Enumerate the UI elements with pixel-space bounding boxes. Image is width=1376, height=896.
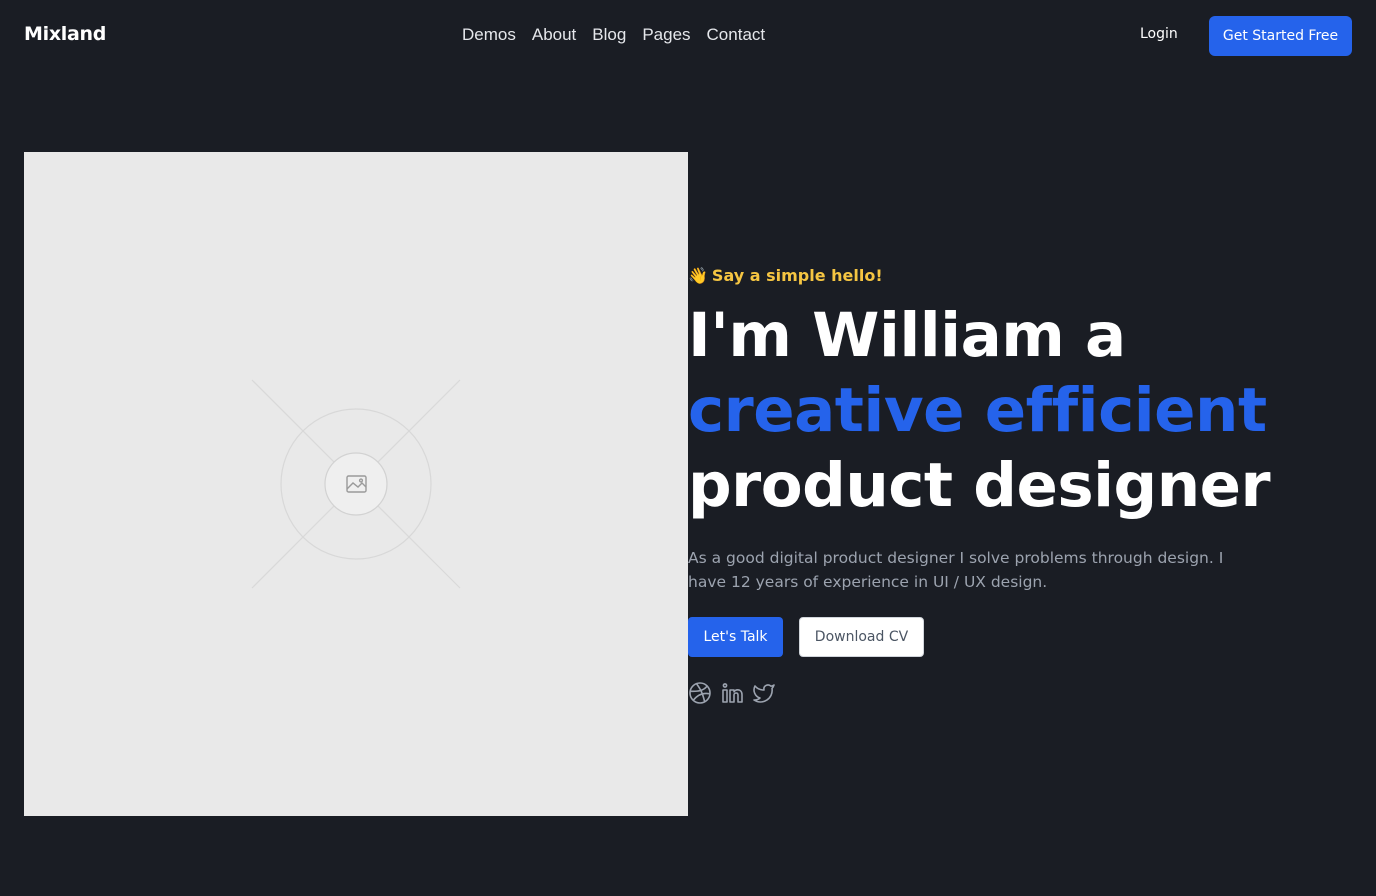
social-links <box>688 681 776 705</box>
headline-line-2-accent: creative efficient <box>688 375 1267 446</box>
headline-line-1: I'm William a <box>688 300 1126 371</box>
download-cv-button[interactable]: Download CV <box>799 617 924 657</box>
image-placeholder-icon <box>246 374 466 594</box>
nav-link-pages[interactable]: Pages <box>642 25 690 45</box>
eyebrow-greeting: 👋 Say a simple hello! <box>688 266 883 285</box>
nav-link-about[interactable]: About <box>532 25 576 45</box>
dribbble-icon[interactable] <box>688 681 712 705</box>
site-header: Mixland Demos About Blog Pages Contact L… <box>0 0 1376 72</box>
hero-description: As a good digital product designer I sol… <box>688 549 1224 591</box>
hero-image-placeholder <box>24 152 688 816</box>
nav-link-blog[interactable]: Blog <box>592 25 626 45</box>
main-nav: Demos About Blog Pages Contact <box>462 25 765 45</box>
logo[interactable]: Mixland <box>24 23 106 45</box>
lets-talk-button[interactable]: Let's Talk <box>688 617 783 657</box>
nav-link-contact[interactable]: Contact <box>707 25 766 45</box>
get-started-button[interactable]: Get Started Free <box>1209 16 1352 56</box>
login-link[interactable]: Login <box>1140 26 1178 42</box>
eyebrow-text: Say a simple hello! <box>711 266 883 285</box>
twitter-icon[interactable] <box>752 681 776 705</box>
linkedin-icon[interactable] <box>720 681 744 705</box>
headline-line-3: product designer <box>688 450 1271 521</box>
nav-link-demos[interactable]: Demos <box>462 25 516 45</box>
hero-headline: I'm William a creative efficient product… <box>688 298 1271 523</box>
waving-hand-icon: 👋 <box>688 266 708 285</box>
